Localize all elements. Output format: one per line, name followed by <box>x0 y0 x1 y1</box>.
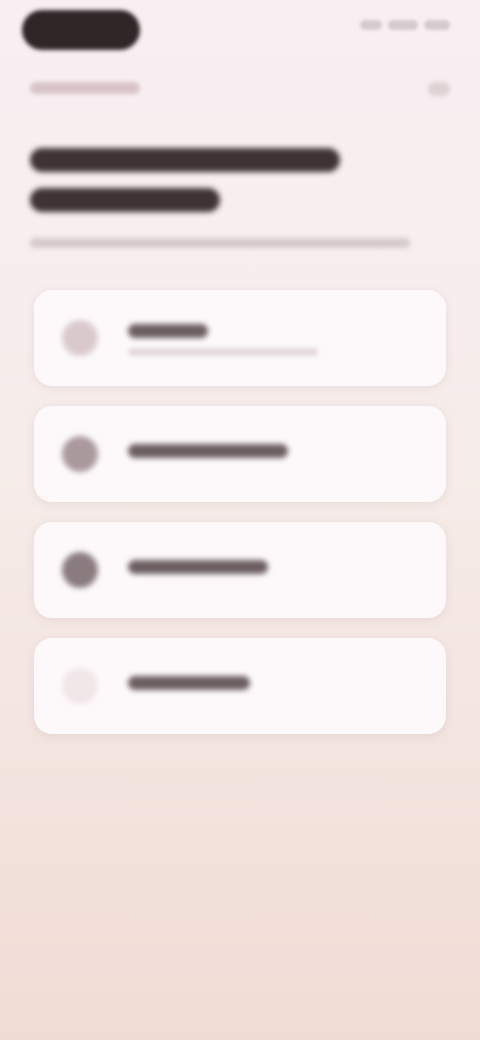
page-subtitle <box>30 238 410 248</box>
option-list <box>34 290 446 754</box>
option-icon <box>62 436 98 472</box>
nav-row <box>30 78 450 102</box>
status-pill <box>22 10 140 50</box>
page-title <box>30 148 350 228</box>
signal-icon <box>360 20 382 30</box>
wifi-icon <box>388 20 418 30</box>
title-line-1 <box>30 148 340 172</box>
option-card-2[interactable] <box>34 406 446 502</box>
option-card-1[interactable] <box>34 290 446 386</box>
option-card-4[interactable] <box>34 638 446 734</box>
option-subtitle <box>128 348 318 356</box>
option-icon <box>62 320 98 356</box>
battery-icon <box>424 20 450 30</box>
option-label <box>128 324 208 338</box>
option-label <box>128 560 268 574</box>
option-label <box>128 444 288 458</box>
option-label <box>128 676 250 690</box>
option-card-3[interactable] <box>34 522 446 618</box>
option-icon <box>62 552 98 588</box>
option-icon <box>62 668 98 704</box>
title-line-2 <box>30 188 220 212</box>
status-icons <box>360 20 450 30</box>
more-icon[interactable] <box>428 82 450 96</box>
back-link[interactable] <box>30 82 140 94</box>
status-bar <box>0 0 480 60</box>
